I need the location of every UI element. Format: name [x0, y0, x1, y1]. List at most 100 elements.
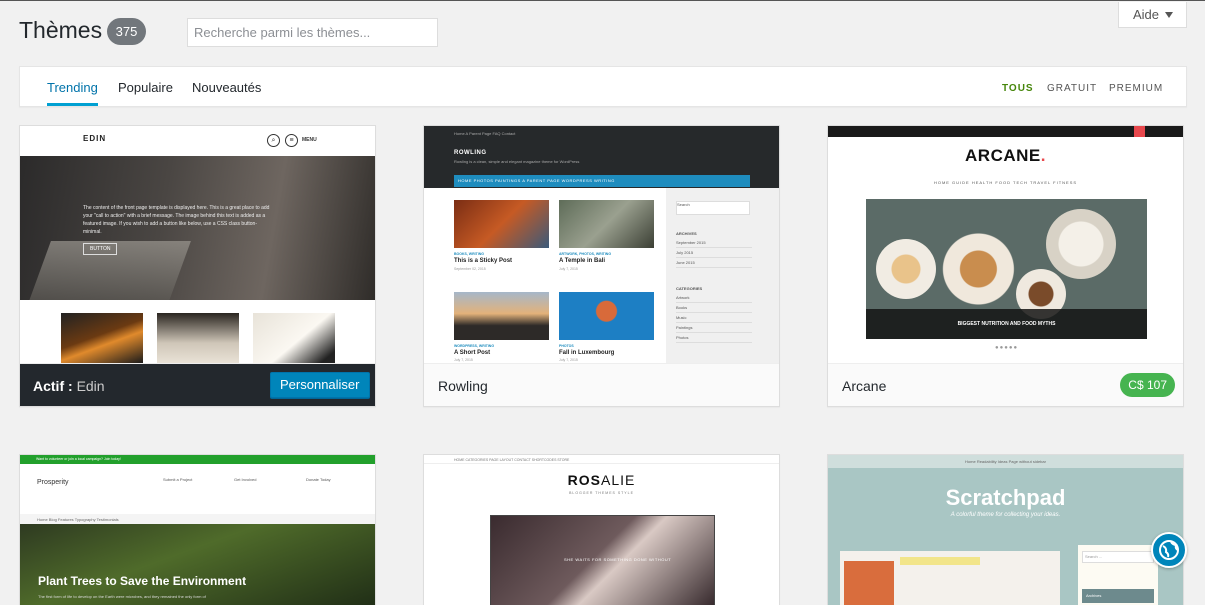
- preview-post-date: July 7, 2015: [454, 358, 473, 362]
- tab-populaire[interactable]: Populaire: [118, 67, 173, 106]
- preview-hero-caption: BIGGEST NUTRITION AND FOOD MYTHS: [866, 309, 1147, 339]
- preview-hero-caption: SHE WAITS FOR SOMETHING DONE WITHOUT: [564, 557, 672, 562]
- theme-name: Arcane: [842, 378, 887, 394]
- globe-icon-svg: [1159, 540, 1179, 560]
- preview-menu-label: MENU: [302, 137, 317, 143]
- preview-nav: HOME CATEGORIES PAGE LAYOUT CONTACT SHOR…: [424, 455, 779, 464]
- preview-post-title: A Short Post: [454, 350, 491, 356]
- preview-nav: HOME PHOTOS PAINTINGS A PARENT PAGE WORD…: [454, 175, 750, 187]
- theme-screenshot[interactable]: ARCANE. HOME GUIDE HEALTH FOOD TECH TRAV…: [828, 126, 1183, 363]
- preview-post-image: [454, 200, 549, 248]
- preview-search-icon: [1134, 126, 1145, 137]
- caret-down-icon: [1165, 12, 1174, 18]
- price-filter-tous[interactable]: Tous: [1002, 67, 1034, 106]
- preview-categories-title: CATEGORIES: [676, 286, 703, 291]
- preview-post-date: July 7, 2015: [559, 358, 578, 362]
- preview-site-subtitle: Rowling is a clean, simple and elegant m…: [454, 159, 580, 164]
- preview-logo-light: ALIE: [600, 472, 636, 488]
- preview-post-meta: BOOKS, WRITING: [454, 252, 484, 256]
- preview-post-image: [844, 561, 894, 605]
- preview-category-item: Artwork: [676, 293, 752, 303]
- theme-card-arcane[interactable]: ARCANE. HOME GUIDE HEALTH FOOD TECH TRAV…: [827, 125, 1184, 407]
- preview-plate: [1046, 209, 1116, 279]
- page-title: Thèmes: [19, 17, 103, 43]
- theme-screenshot[interactable]: Home Readability Ideas Page without side…: [828, 455, 1183, 605]
- preview-archives-title: Archives: [1082, 589, 1154, 603]
- preview-nav: Home Blog Features Typography Testimonia…: [20, 514, 375, 524]
- preview-post-title: Fall in Luxembourg: [559, 350, 615, 356]
- theme-name: Edin: [76, 378, 105, 394]
- preview-post-date: July 7, 2015: [559, 267, 578, 271]
- theme-price-badge: C$ 107: [1120, 373, 1175, 397]
- preview-logo-text: ARCANE: [965, 146, 1041, 165]
- preview-post-card: [840, 551, 1060, 605]
- tab-trending[interactable]: Trending: [47, 67, 98, 106]
- theme-active-bar: Actif : Edin Personnaliser: [20, 363, 375, 406]
- preview-sidebar: Search ARCHIVES September 2015 July 2015…: [676, 201, 752, 343]
- preview-logo: ARCANE.: [828, 146, 1183, 166]
- theme-screenshot[interactable]: Home A Parent Page FAQ Contact ROWLING R…: [424, 126, 779, 363]
- preview-main: BOOKS, WRITING This is a Sticky Post Sep…: [424, 188, 666, 363]
- preview-post-date: September 02, 2015: [454, 267, 486, 271]
- preview-category-item: Books: [676, 303, 752, 313]
- preview-category-item: Paintings: [676, 323, 752, 333]
- preview-category-item: Music: [676, 313, 752, 323]
- preview-thumb-city: [61, 313, 143, 363]
- preview-archives-title: ARCHIVES: [676, 231, 697, 236]
- preview-hero-subtitle: The first form of life to develop on the…: [38, 594, 206, 599]
- tab-nouveautes[interactable]: Nouveautés: [192, 67, 261, 106]
- theme-card-rosalie[interactable]: HOME CATEGORIES PAGE LAYOUT CONTACT SHOR…: [423, 454, 780, 605]
- theme-active-label: Actif : Edin: [33, 378, 105, 394]
- theme-search-input[interactable]: [187, 18, 438, 47]
- theme-card-rowling[interactable]: Home A Parent Page FAQ Contact ROWLING R…: [423, 125, 780, 407]
- preview-header: EDIN ⌕ ≡ MENU: [20, 126, 375, 156]
- price-filter-gratuit[interactable]: Gratuit: [1047, 67, 1097, 106]
- theme-screenshot[interactable]: Want to volunteer or join a local campai…: [20, 455, 375, 605]
- preview-post-image: [559, 292, 654, 340]
- preview-post-title: A Temple in Bali: [559, 258, 606, 264]
- help-tab-label: Aide: [1133, 7, 1160, 22]
- preview-sidebar-search: Search ...: [1082, 551, 1154, 563]
- globe-icon[interactable]: [1151, 532, 1187, 568]
- theme-screenshot[interactable]: HOME CATEGORIES PAGE LAYOUT CONTACT SHOR…: [424, 455, 779, 605]
- preview-nav-items: HOME PHOTOS PAINTINGS A PARENT PAGE WORD…: [458, 178, 615, 183]
- help-tab-button[interactable]: Aide: [1118, 2, 1187, 28]
- preview-slider-dots: ●●●●●: [995, 345, 1019, 351]
- price-filter-premium[interactable]: Premium: [1109, 67, 1163, 106]
- preview-hero-button: BUTTON: [83, 243, 118, 255]
- preview-thumb-desk: [253, 313, 335, 363]
- theme-card-prosperity[interactable]: Want to volunteer or join a local campai…: [19, 454, 376, 605]
- theme-filter-bar: Trending Populaire Nouveautés Tous Gratu…: [19, 66, 1187, 107]
- theme-name-bar: Rowling: [424, 363, 779, 406]
- preview-nav: HOME GUIDE HEALTH FOOD TECH TRAVEL FITNE…: [933, 180, 1078, 185]
- preview-post-title: This is a Sticky Post: [454, 258, 513, 264]
- preview-post-meta: ARTWORK, PHOTOS, WRITING: [559, 252, 612, 256]
- preview-hero-image: [20, 524, 375, 605]
- preview-site-name: Prosperity: [37, 479, 69, 486]
- preview-header-col: Get Involved: [234, 477, 257, 482]
- active-prefix: Actif :: [33, 378, 73, 394]
- preview-post-image: [454, 292, 549, 340]
- preview-topbar: [828, 126, 1183, 137]
- theme-name: Rowling: [438, 378, 488, 394]
- theme-card-edin[interactable]: EDIN ⌕ ≡ MENU The content of the front p…: [19, 125, 376, 407]
- preview-site-subtitle: A colorful theme for collecting your ide…: [950, 512, 1061, 518]
- preview-logo-dot: .: [1040, 146, 1046, 165]
- preview-category-item: Photos: [676, 333, 752, 343]
- preview-thumbnails: [20, 300, 375, 363]
- customize-button[interactable]: Personnaliser: [270, 372, 370, 398]
- preview-tape: [900, 557, 980, 565]
- theme-screenshot[interactable]: EDIN ⌕ ≡ MENU The content of the front p…: [20, 126, 375, 363]
- preview-sidebar: Search ... Archives: [1078, 545, 1158, 605]
- preview-logo: EDIN: [83, 134, 107, 143]
- preview-thumb-notebook: [157, 313, 239, 363]
- preview-plate: [876, 239, 936, 299]
- theme-card-scratchpad[interactable]: Home Readability Ideas Page without side…: [827, 454, 1184, 605]
- preview-header: Home A Parent Page FAQ Contact ROWLING R…: [424, 126, 779, 188]
- preview-post-meta: WORDPRESS, WRITING: [454, 344, 495, 348]
- preview-topbar: Want to volunteer or join a local campai…: [20, 455, 375, 464]
- preview-nav: Home Readability Ideas Page without side…: [828, 455, 1183, 468]
- preview-logo-bold: ROS: [567, 472, 601, 488]
- preview-header-col: Submit a Project: [163, 477, 193, 482]
- preview-site-title: Scratchpad: [945, 485, 1066, 510]
